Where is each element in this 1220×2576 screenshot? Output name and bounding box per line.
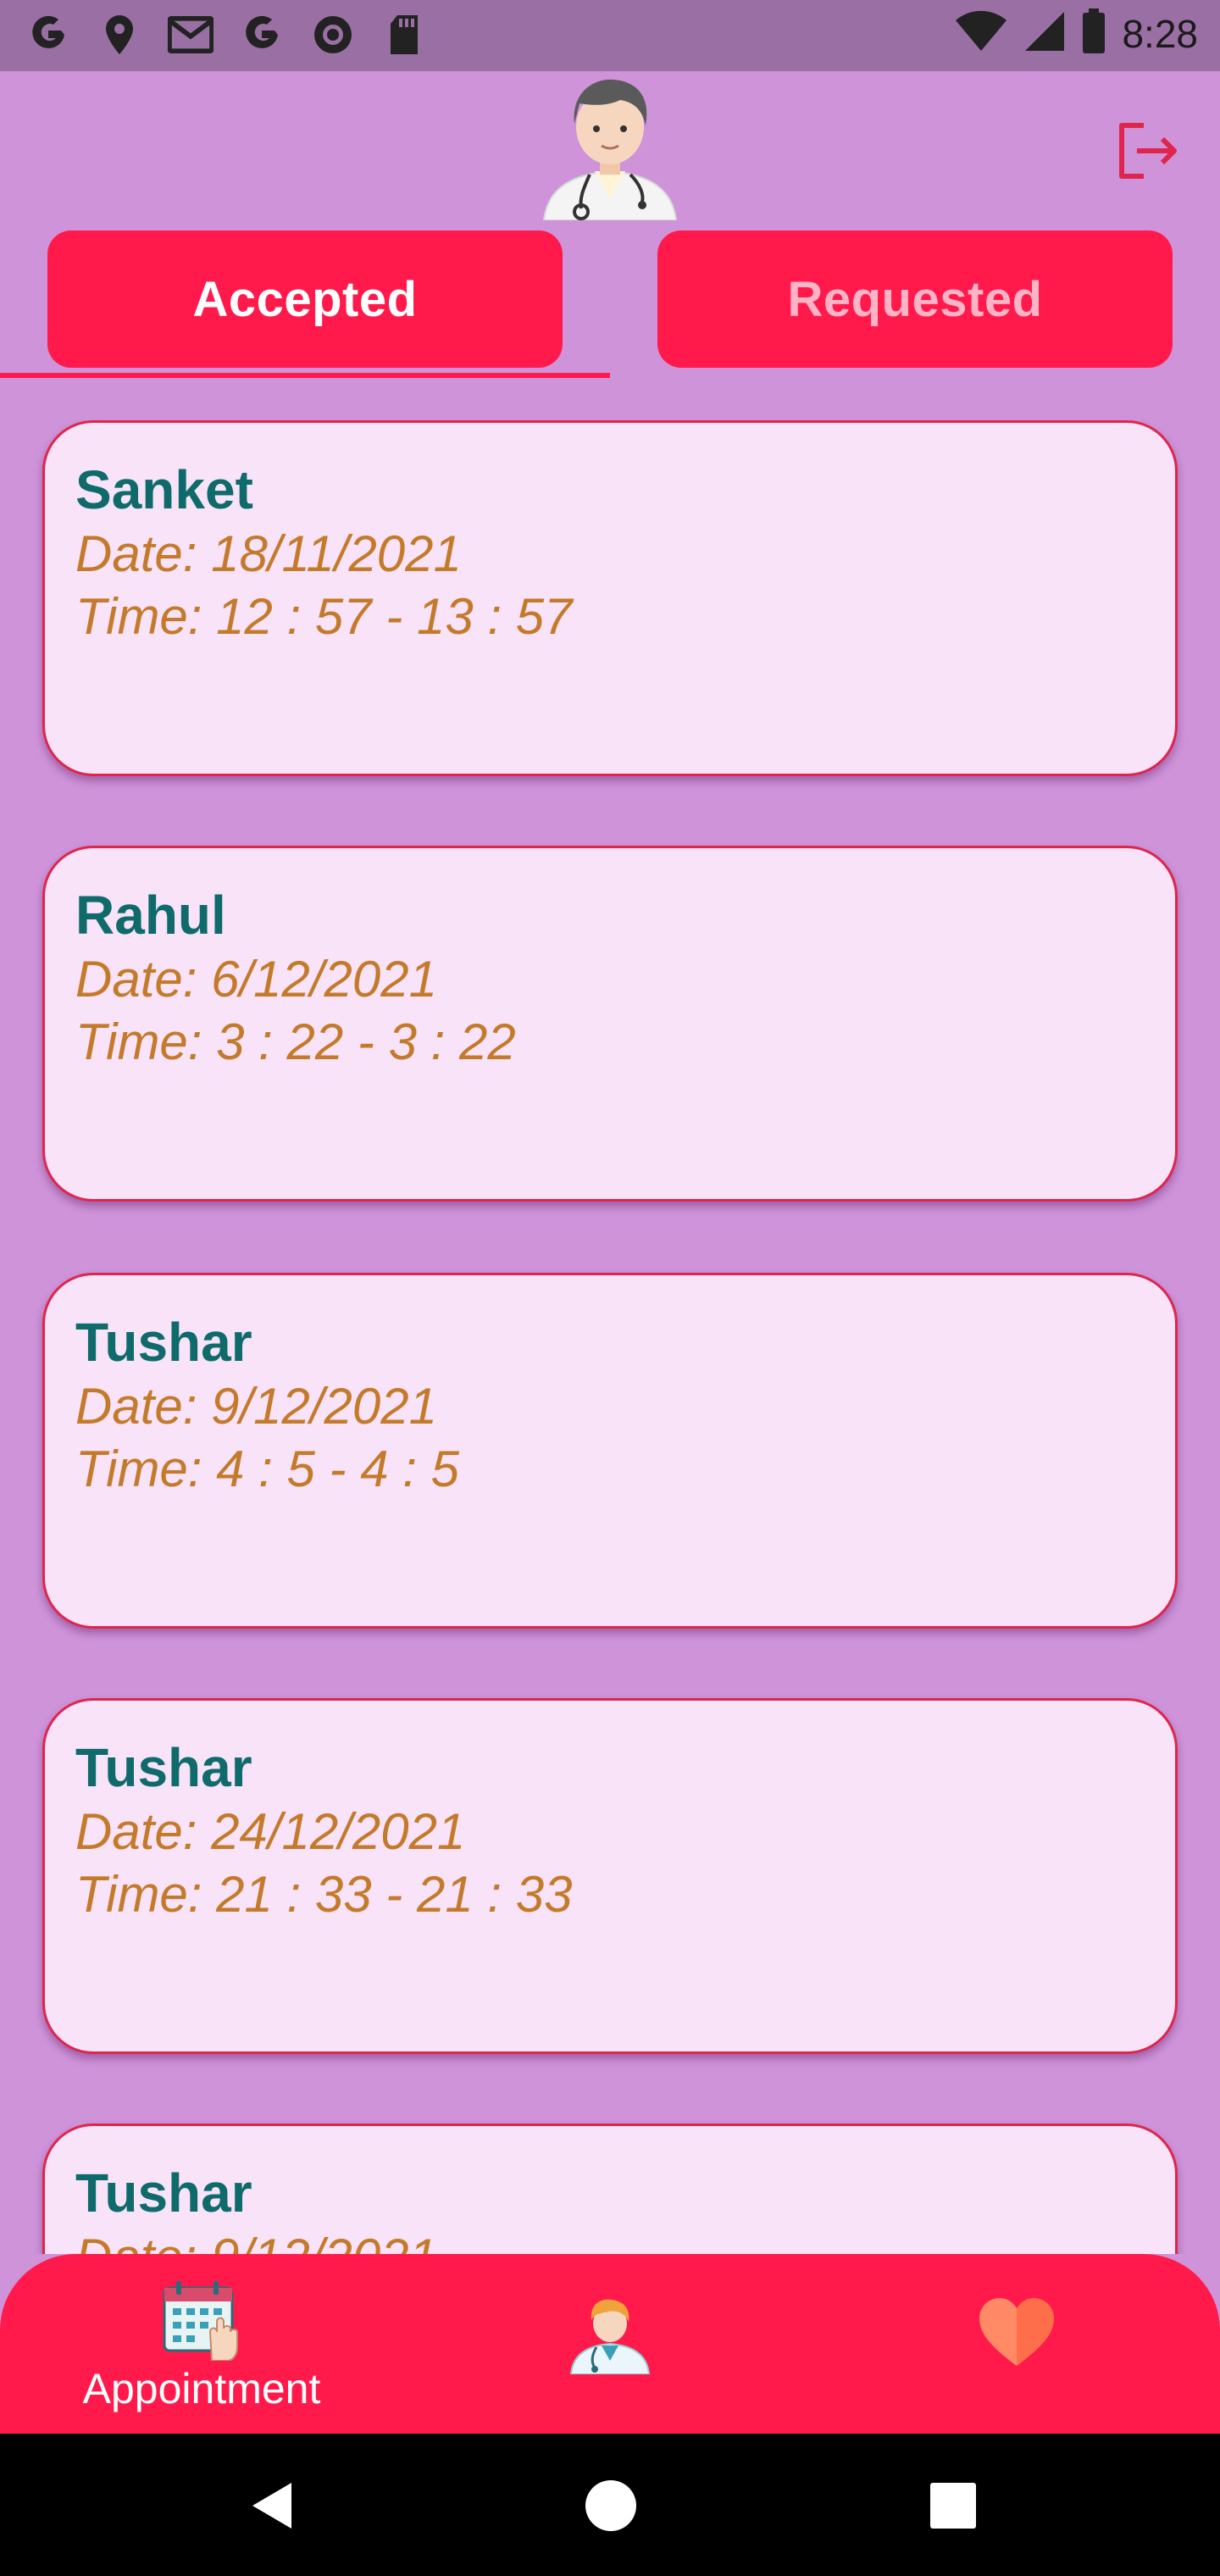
appointment-card[interactable]: Sanket Date: 18/11/2021 Time: 12 : 57 - … [42, 420, 1178, 776]
home-icon [585, 2480, 636, 2531]
calendar-icon [163, 2281, 238, 2361]
google-icon [25, 12, 71, 58]
tab-bar: Accepted Requested [0, 230, 1220, 383]
patient-name: Tushar [75, 1737, 252, 1798]
battery-icon [1081, 8, 1106, 58]
appointment-time: Time: 4 : 5 - 4 : 5 [75, 1441, 459, 1497]
recents-button[interactable] [923, 2476, 983, 2535]
appointment-card[interactable]: Tushar Date: 24/12/2021 Time: 21 : 33 - … [42, 1698, 1178, 2054]
sd-card-icon [381, 12, 427, 58]
nav-appointment[interactable]: Appointment [75, 2279, 329, 2413]
patient-name: Rahul [75, 885, 226, 946]
status-bar: 8:28 [0, 0, 1220, 71]
bottom-nav: Appointment [0, 2254, 1220, 2434]
patient-name: Sanket [75, 459, 253, 520]
appointment-date: Date: 9/12/2021 [75, 2226, 1145, 2254]
wifi-icon [954, 10, 1008, 57]
active-tab-indicator [0, 373, 610, 378]
home-button[interactable] [581, 2476, 640, 2535]
signal-icon [1023, 10, 1066, 57]
nav-favorites[interactable] [966, 2279, 1068, 2374]
clock: 8:28 [1122, 11, 1198, 56]
back-button[interactable] [242, 2476, 302, 2535]
logout-button[interactable] [1115, 119, 1179, 183]
system-nav-bar [0, 2434, 1220, 2576]
appointment-time: Time: 12 : 57 - 13 : 57 [75, 588, 573, 645]
notification-icons [25, 12, 427, 58]
record-icon [310, 12, 356, 58]
appointment-time: Time: 3 : 22 - 3 : 22 [75, 1013, 516, 1070]
back-icon [252, 2483, 291, 2529]
nav-doctor[interactable] [559, 2279, 661, 2374]
nav-appointment-label: Appointment [82, 2365, 321, 2412]
heart-icon [979, 2298, 1054, 2366]
system-status: 8:28 [954, 8, 1198, 58]
tab-accepted[interactable]: Accepted [47, 230, 563, 368]
appointment-time: Time: 21 : 33 - 21 : 33 [75, 1866, 573, 1923]
header [0, 71, 1220, 224]
appointment-date: Date: 9/12/2021 [75, 1378, 438, 1435]
appointment-card[interactable]: Tushar Date: 9/12/2021 [42, 2124, 1178, 2254]
logout-icon [1119, 123, 1177, 179]
patient-name: Tushar [75, 2162, 252, 2223]
gmail-icon [168, 12, 214, 58]
patient-name: Tushar [75, 1312, 252, 1373]
google-icon [239, 12, 285, 58]
appointment-card[interactable]: Tushar Date: 9/12/2021 Time: 4 : 5 - 4 :… [42, 1273, 1178, 1629]
doctor-icon [569, 2299, 651, 2374]
tab-requested[interactable]: Requested [657, 230, 1173, 368]
appointment-date: Date: 18/11/2021 [75, 525, 462, 582]
location-pin-icon [97, 12, 142, 58]
appointment-card[interactable]: Rahul Date: 6/12/2021 Time: 3 : 22 - 3 :… [42, 846, 1178, 1202]
appointment-list[interactable]: Sanket Date: 18/11/2021 Time: 12 : 57 - … [0, 420, 1220, 2254]
doctor-avatar-icon [535, 71, 685, 221]
appointment-date: Date: 24/12/2021 [75, 1803, 466, 1860]
recents-icon [930, 2483, 976, 2529]
appointment-date: Date: 6/12/2021 [75, 951, 438, 1008]
